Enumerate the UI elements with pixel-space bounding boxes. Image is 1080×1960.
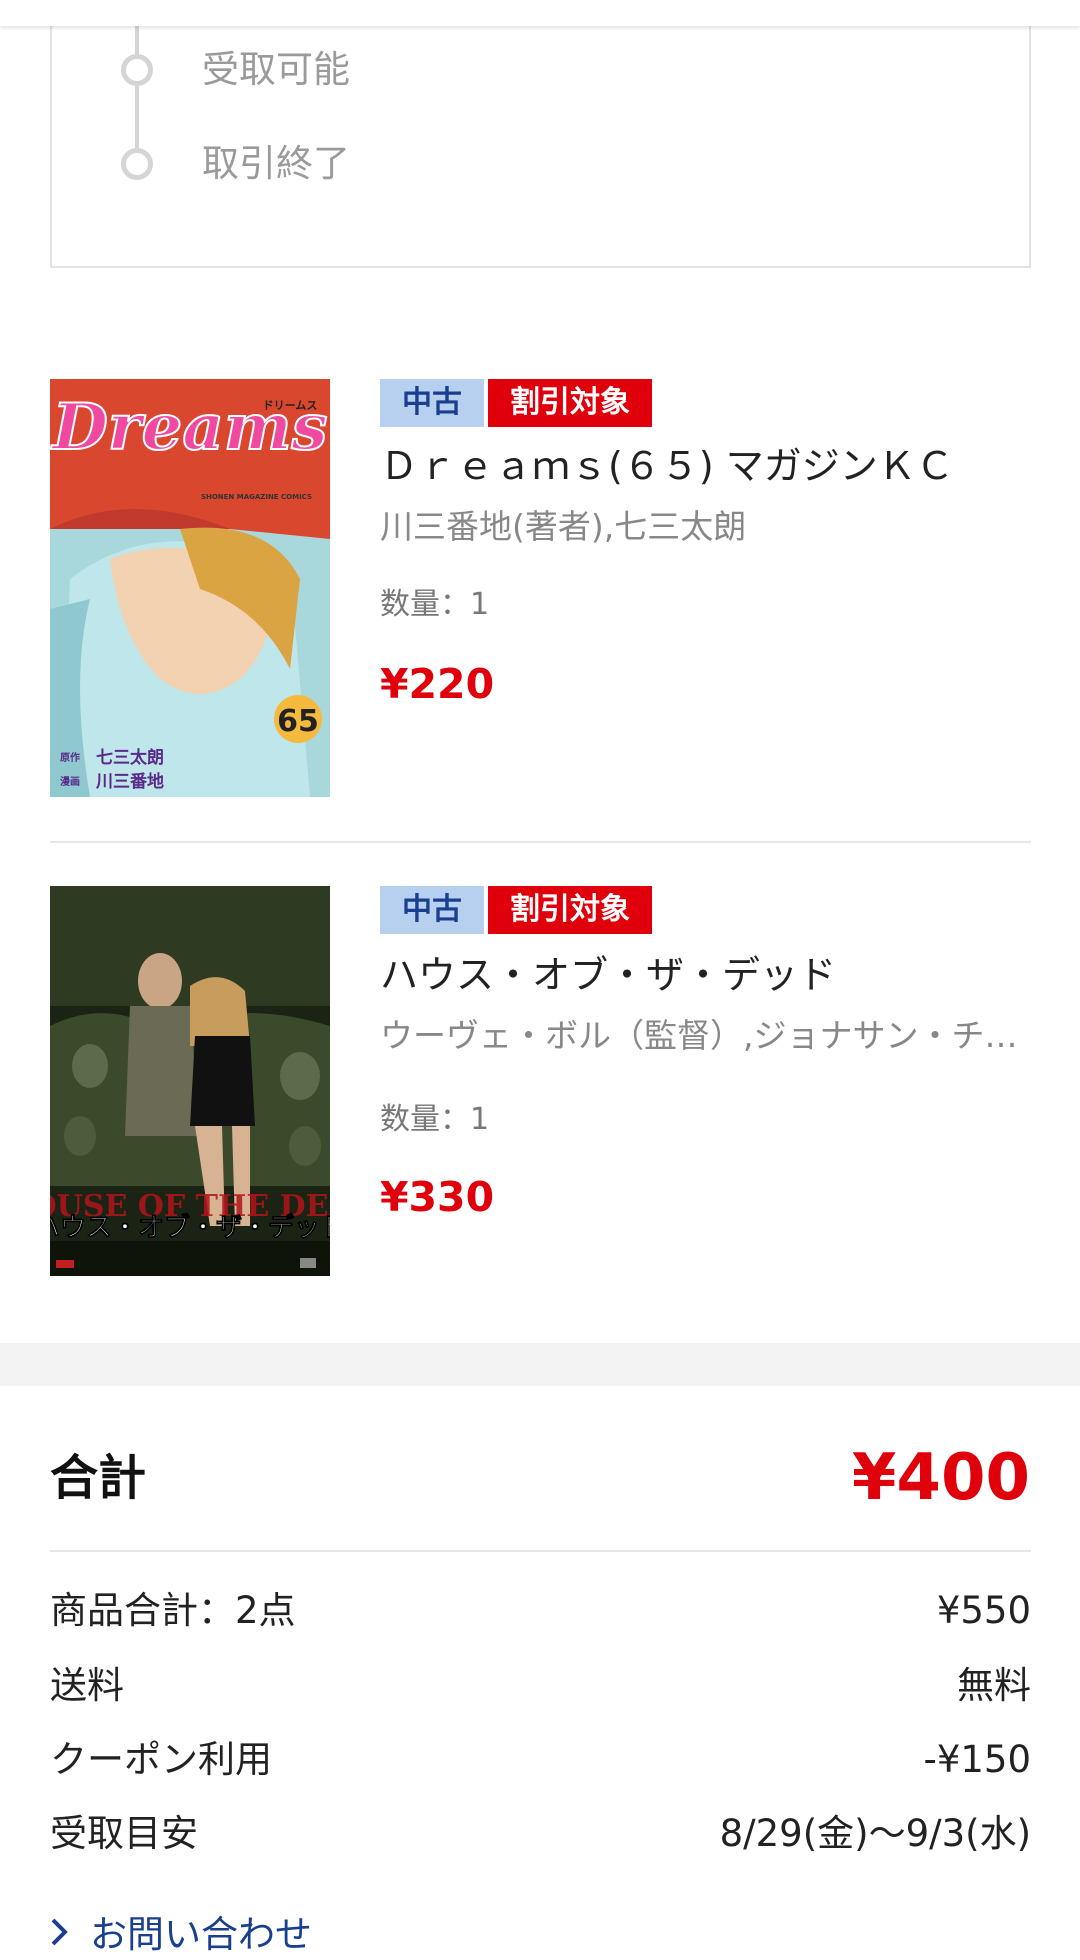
contact-link-label: お問い合わせ — [90, 1913, 312, 1956]
cover-credit-text: 七三太朗 — [96, 747, 164, 768]
delivery-estimate-row: 受取目安 8/29(金)〜9/3(水) — [50, 1809, 1031, 1859]
order-item[interactable]: HOUSE OF THE DEAD ハウス・オブ・ザ・デッド 中古割引対象 ハウ… — [50, 886, 1031, 1276]
item-quantity: 数量：1 — [380, 1102, 490, 1137]
discount-badge: 割引対象 — [488, 379, 652, 427]
cover-credit-role-text: 原作 — [60, 751, 80, 764]
cover-title-ja-text: ハウス・オブ・ザ・デッド — [50, 1212, 330, 1243]
total-value: ¥400 — [851, 1441, 1030, 1515]
total-divider — [50, 1550, 1031, 1552]
shipping-label: 送料 — [50, 1664, 124, 1707]
delivery-estimate-value: 8/29(金)〜9/3(水) — [719, 1812, 1031, 1855]
subtotal-row: 商品合計：2点 ¥550 — [50, 1586, 1031, 1636]
subtotal-value: ¥550 — [936, 1589, 1031, 1632]
total-label: 合計 — [50, 1450, 147, 1506]
timeline-dot-icon — [121, 148, 153, 180]
order-status-panel: 受取可能 取引終了 — [50, 0, 1031, 268]
timeline-step-label: 取引終了 — [202, 142, 350, 185]
product-thumbnail[interactable]: HOUSE OF THE DEAD ハウス・オブ・ザ・デッド — [50, 886, 330, 1276]
discount-badge: 割引対象 — [488, 886, 652, 934]
item-author: 川三番地(著者),七三太朗 — [380, 507, 747, 546]
product-thumbnail[interactable]: Dreams ドリームス SHONEN MAGAZINE COMICS 65 原… — [50, 379, 330, 797]
shipping-row: 送料 無料 — [50, 1661, 1031, 1711]
cover-volume-text: 65 — [277, 704, 319, 739]
dvd-cover-image: HOUSE OF THE DEAD ハウス・オブ・ザ・デッド — [50, 886, 330, 1276]
section-separator — [0, 1343, 1080, 1386]
used-badge: 中古 — [380, 886, 484, 934]
timeline-step-label: 受取可能 — [202, 48, 350, 91]
delivery-estimate-label: 受取目安 — [50, 1812, 198, 1855]
subtotal-label: 商品合計：2点 — [50, 1589, 296, 1632]
item-title[interactable]: Ｄｒｅａｍｓ(６５) マガジンＫＣ — [380, 441, 954, 491]
shipping-value: 無料 — [957, 1664, 1031, 1707]
used-badge: 中古 — [380, 379, 484, 427]
item-divider — [50, 841, 1031, 843]
timeline-dot-icon — [121, 54, 153, 86]
contact-link[interactable]: お問い合わせ — [50, 1910, 312, 1960]
item-badges: 中古 割引対象 — [380, 886, 652, 934]
order-item[interactable]: Dreams ドリームス SHONEN MAGAZINE COMICS 65 原… — [50, 379, 1031, 797]
coupon-row: クーポン利用 -¥150 — [50, 1735, 1031, 1785]
cover-kana-text: ドリームス — [263, 399, 318, 412]
coupon-label: クーポン利用 — [50, 1738, 272, 1781]
coupon-value: -¥150 — [923, 1738, 1031, 1781]
item-badges: 中古 割引対象 — [380, 379, 652, 427]
cover-credit-text: 川三番地 — [95, 771, 164, 792]
item-author: ウーヴェ・ボル（監督）,ジョナサン・チェリー,タイロン・レイツォ,クリント・ハワ… — [380, 1016, 1030, 1055]
cover-imprint-text: SHONEN MAGAZINE COMICS — [201, 493, 312, 501]
chevron-right-icon — [50, 1910, 68, 1960]
cover-credit-role-text: 漫画 — [60, 776, 80, 788]
item-quantity: 数量：1 — [380, 587, 490, 622]
item-price: ¥220 — [380, 660, 495, 708]
top-app-bar — [0, 0, 1080, 26]
comic-cover-image: Dreams ドリームス SHONEN MAGAZINE COMICS 65 原… — [50, 379, 330, 797]
item-price: ¥330 — [380, 1173, 495, 1221]
item-title[interactable]: ハウス・オブ・ザ・デッド — [380, 950, 836, 1000]
